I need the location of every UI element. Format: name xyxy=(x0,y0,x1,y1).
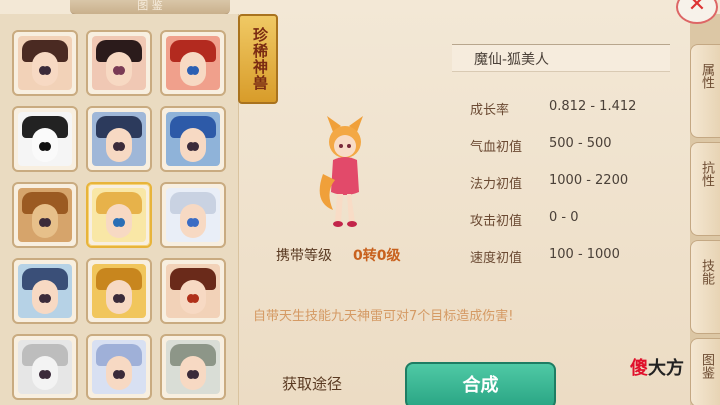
stat-label-hp: 气血初值 xyxy=(470,140,523,155)
compose-button[interactable]: 合成 xyxy=(405,362,556,405)
pet-grid-panel xyxy=(0,14,239,405)
innate-skill-text: 自带天生技能九天神雷可对7个目标造成伤害! xyxy=(253,309,514,324)
pet-card[interactable] xyxy=(12,30,78,96)
tab-label: 技能 xyxy=(699,259,714,285)
rare-beast-seal: 珍稀神兽 xyxy=(238,14,278,104)
obtain-source-button[interactable]: 获取途径 xyxy=(282,373,342,394)
carry-level-value: 0转0级 xyxy=(353,248,401,264)
watermark-part-b: 大方 xyxy=(648,358,684,379)
watermark: 傻大方 xyxy=(630,354,684,380)
side-tabs: 属性 抗性 技能 图鉴 xyxy=(690,14,720,405)
stat-value-growth: 0.812 - 1.412 xyxy=(549,99,637,114)
stat-value-speed: 100 - 1000 xyxy=(549,247,620,262)
pet-card[interactable] xyxy=(12,258,78,324)
pet-card-selected[interactable] xyxy=(86,182,152,248)
pet-card[interactable] xyxy=(160,106,226,172)
page-title: 图 鉴 xyxy=(70,0,230,15)
pet-card[interactable] xyxy=(12,182,78,248)
pet-card[interactable] xyxy=(86,334,152,400)
tab-handbook[interactable]: 图鉴 xyxy=(690,338,720,405)
pet-card[interactable] xyxy=(12,106,78,172)
tab-label: 图鉴 xyxy=(699,353,714,379)
pet-grid xyxy=(12,30,226,400)
pet-card[interactable] xyxy=(12,334,78,400)
pet-card[interactable] xyxy=(160,182,226,248)
pet-name-bar: 魔仙-狐美人 xyxy=(452,44,670,72)
pet-card[interactable] xyxy=(86,106,152,172)
tab-skills[interactable]: 技能 xyxy=(690,240,720,334)
watermark-part-a: 傻 xyxy=(630,358,648,379)
tab-resistance[interactable]: 抗性 xyxy=(690,142,720,236)
carry-level-label: 携带等级 xyxy=(276,248,332,264)
stat-value-mp: 1000 - 2200 xyxy=(549,173,629,188)
tab-label: 属性 xyxy=(699,63,714,89)
pet-card[interactable] xyxy=(160,30,226,96)
pet-name: 魔仙-狐美人 xyxy=(474,52,550,68)
pet-card[interactable] xyxy=(160,334,226,400)
pet-card[interactable] xyxy=(86,30,152,96)
pet-card[interactable] xyxy=(86,258,152,324)
stat-label-mp: 法力初值 xyxy=(470,177,523,192)
stat-label-growth: 成长率 xyxy=(470,103,510,118)
stat-label-attack: 攻击初值 xyxy=(470,214,523,229)
stat-value-attack: 0 - 0 xyxy=(549,210,579,225)
tab-label: 抗性 xyxy=(699,161,714,187)
stat-value-hp: 500 - 500 xyxy=(549,136,612,151)
game-window: 图 鉴 珍稀神兽 携带等级 0转0级 魔仙-狐美人 成长率 0.812 - 1.… xyxy=(0,0,720,405)
pet-card[interactable] xyxy=(160,258,226,324)
stat-label-speed: 速度初值 xyxy=(470,251,523,266)
pet-illustration xyxy=(319,116,363,227)
tab-attributes[interactable]: 属性 xyxy=(690,44,720,138)
